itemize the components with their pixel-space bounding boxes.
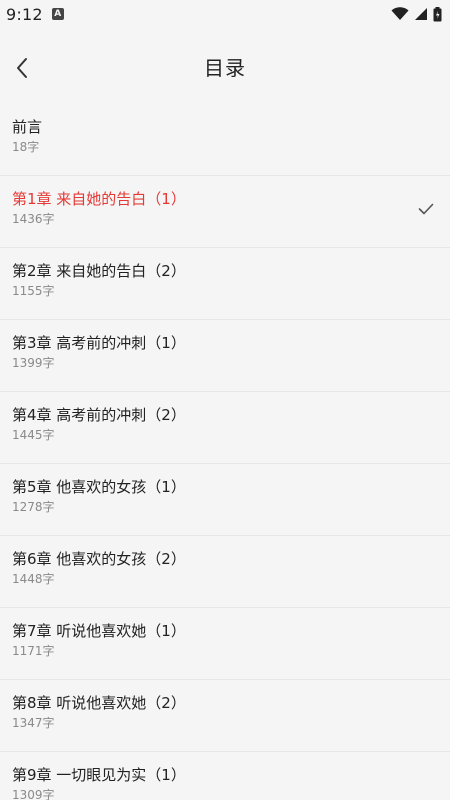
chapter-item[interactable]: 第8章 听说他喜欢她（2） 1347字 [0, 680, 450, 752]
chapter-item[interactable]: 第6章 他喜欢的女孩（2） 1448字 [0, 536, 450, 608]
page-title: 目录 [204, 56, 246, 80]
signal-icon [415, 8, 427, 20]
status-bar: 9:12 A [0, 0, 450, 28]
chapter-title: 第4章 高考前的冲刺（2） [12, 406, 186, 424]
chapter-item[interactable]: 第1章 来自她的告白（1） 1436字 [0, 176, 450, 248]
check-icon [418, 203, 434, 215]
chapter-word-count: 1436字 [12, 212, 55, 226]
chapter-title: 第3章 高考前的冲刺（1） [12, 334, 186, 352]
chapter-item[interactable]: 第4章 高考前的冲刺（2） 1445字 [0, 392, 450, 464]
chapter-word-count: 18字 [12, 140, 40, 154]
chapter-title: 第8章 听说他喜欢她（2） [12, 694, 186, 712]
chapter-title: 第2章 来自她的告白（2） [12, 262, 186, 280]
chapter-title: 第6章 他喜欢的女孩（2） [12, 550, 186, 568]
chapter-title: 第9章 一切眼见为实（1） [12, 766, 186, 784]
chapter-word-count: 1155字 [12, 284, 55, 298]
chapter-word-count: 1278字 [12, 500, 55, 514]
chapter-item[interactable]: 前言 18字 [0, 104, 450, 176]
chapter-title: 第5章 他喜欢的女孩（1） [12, 478, 186, 496]
chapter-word-count: 1445字 [12, 428, 55, 442]
chapter-word-count: 1448字 [12, 572, 55, 586]
chapter-word-count: 1399字 [12, 356, 55, 370]
chapter-item[interactable]: 第7章 听说他喜欢她（1） 1171字 [0, 608, 450, 680]
chapter-item[interactable]: 第3章 高考前的冲刺（1） 1399字 [0, 320, 450, 392]
wifi-icon [391, 7, 409, 20]
chapter-title: 第7章 听说他喜欢她（1） [12, 622, 186, 640]
chapter-word-count: 1347字 [12, 716, 55, 730]
chapter-item[interactable]: 第2章 来自她的告白（2） 1155字 [0, 248, 450, 320]
chapter-item[interactable]: 第9章 一切眼见为实（1） 1309字 [0, 752, 450, 800]
chapter-list: 前言 18字 第1章 来自她的告白（1） 1436字 第2章 来自她的告白（2）… [0, 104, 450, 800]
chapter-item[interactable]: 第5章 他喜欢的女孩（1） 1278字 [0, 464, 450, 536]
chapter-title: 前言 [12, 118, 43, 136]
a-notification-icon: A [51, 8, 64, 20]
chapter-word-count: 1309字 [12, 788, 55, 800]
battery-icon [433, 6, 442, 21]
screen: 9:12 A 目录 前言 18字 第1章 来自她的告白（1） 1436字 第2章… [0, 0, 450, 800]
status-icons [391, 6, 442, 22]
chapter-word-count: 1171字 [12, 644, 55, 658]
chapter-title: 第1章 来自她的告白（1） [12, 190, 186, 208]
status-time: 9:12 [6, 4, 43, 24]
header: 目录 [0, 32, 450, 104]
